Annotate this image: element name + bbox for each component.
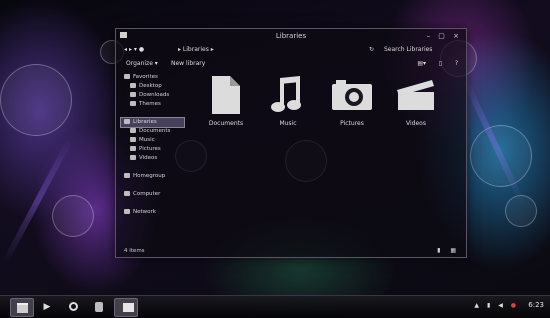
folder-icon: [130, 101, 136, 106]
desktop-icon: [130, 83, 136, 88]
explorer-taskbar-button[interactable]: [10, 298, 34, 317]
nav-item-pictures[interactable]: Pictures: [130, 145, 161, 154]
up-icon[interactable]: ●: [139, 46, 144, 53]
preview-pane-icon[interactable]: ▯: [439, 57, 442, 71]
nav-label: Libraries: [133, 119, 157, 125]
library-label: Documents: [208, 120, 244, 127]
background-bubble: [505, 195, 537, 227]
library-grid: Documents Music Pictures Videos: [198, 74, 463, 224]
nav-item-homegroup[interactable]: Homegroup: [124, 172, 165, 181]
system-tray: ▲ ▮ ◀ ●: [468, 302, 516, 309]
breadcrumb[interactable]: ▸ Libraries ▸: [178, 43, 214, 57]
media-player-taskbar-button[interactable]: ▶: [36, 298, 58, 315]
computer-icon: [124, 191, 130, 196]
play-icon: ▶: [43, 301, 51, 312]
nav-item-favorites[interactable]: Favorites: [124, 73, 158, 82]
nav-item-downloads[interactable]: Downloads: [130, 91, 169, 100]
help-icon[interactable]: ?: [455, 57, 458, 71]
dropdown-icon[interactable]: ▾: [134, 46, 137, 53]
background-streak: [460, 75, 526, 205]
star-icon: [124, 74, 130, 79]
library-label: Videos: [406, 120, 426, 127]
forward-icon[interactable]: ▸: [129, 46, 132, 53]
library-music[interactable]: Music: [260, 74, 316, 127]
view-toggle-icons[interactable]: ▮ ▦: [437, 247, 460, 254]
clock[interactable]: 6:23: [528, 301, 544, 309]
library-label: Pictures: [340, 120, 364, 127]
nav-item-themes[interactable]: Themes: [130, 100, 161, 109]
music-icon: [130, 137, 136, 142]
background-streak: [2, 136, 74, 264]
music-icon: [270, 74, 306, 116]
app-taskbar-button[interactable]: [88, 298, 110, 315]
view-options-icon[interactable]: ▤▾: [417, 57, 426, 71]
background-bubble: [52, 195, 94, 237]
network-icon: [124, 209, 130, 214]
nav-label: Themes: [139, 101, 161, 107]
library-documents[interactable]: Documents: [198, 74, 254, 127]
clapper-icon: [397, 74, 434, 116]
folder-icon: [130, 92, 136, 97]
window-taskbar-button[interactable]: [114, 298, 138, 317]
nav-label: Music: [139, 137, 155, 143]
nav-label: Favorites: [133, 74, 158, 80]
flag-icon[interactable]: ▲: [474, 302, 479, 309]
explorer-window[interactable]: Libraries – ▢ × ◂ ▸ ▾ ● ▸ Libraries ▸ ↻ …: [115, 28, 467, 258]
background-bubble: [470, 125, 532, 187]
camera-icon: [332, 74, 372, 116]
nav-label: Homegroup: [133, 173, 166, 179]
status-item-count: 4 items: [124, 248, 145, 254]
nav-item-computer[interactable]: Computer: [124, 190, 160, 199]
chrome-taskbar-button[interactable]: [62, 298, 84, 315]
nav-label: Desktop: [139, 83, 162, 89]
document-icon: [130, 128, 136, 133]
taskbar: ▶ ▲ ▮ ◀ ● 6:23: [0, 295, 550, 318]
address-bar: ◂ ▸ ▾ ● ▸ Libraries ▸ ↻ Search Libraries: [116, 43, 466, 57]
nav-item-desktop[interactable]: Desktop: [130, 82, 162, 91]
nav-arrows[interactable]: ◂ ▸ ▾ ●: [124, 43, 144, 57]
library-label: Music: [279, 120, 297, 127]
power-icon[interactable]: ●: [511, 302, 516, 309]
window-title: Libraries: [275, 32, 307, 40]
refresh-icon[interactable]: ↻: [369, 43, 374, 57]
library-pictures[interactable]: Pictures: [324, 74, 380, 127]
volume-icon[interactable]: ◀: [498, 302, 503, 309]
new-library-button[interactable]: New library: [171, 57, 205, 71]
search-input[interactable]: Search Libraries: [378, 45, 466, 55]
nav-item-network[interactable]: Network: [124, 208, 156, 217]
network-tray-icon[interactable]: ▮: [487, 302, 490, 309]
window-icon: [118, 303, 134, 312]
document-icon: [208, 74, 244, 116]
window-controls[interactable]: – ▢ ×: [427, 32, 462, 40]
nav-label: Videos: [139, 155, 158, 161]
picture-icon: [130, 146, 136, 151]
nav-item-documents[interactable]: Documents: [130, 127, 170, 136]
homegroup-icon: [124, 173, 130, 178]
background-bubble: [0, 64, 72, 136]
nav-label: Documents: [139, 128, 171, 134]
back-icon[interactable]: ◂: [124, 46, 127, 53]
cylinder-icon: [95, 301, 103, 312]
nav-label: Downloads: [139, 92, 170, 98]
video-icon: [130, 155, 136, 160]
library-videos[interactable]: Videos: [388, 74, 444, 127]
libraries-icon: [124, 119, 130, 124]
nav-item-music[interactable]: Music: [130, 136, 155, 145]
command-bar: Organize ▾ New library ▤▾ ▯ ?: [116, 57, 466, 71]
nav-label: Pictures: [139, 146, 161, 152]
organize-button[interactable]: Organize ▾: [126, 57, 158, 71]
nav-label: Network: [133, 209, 156, 215]
nav-item-videos[interactable]: Videos: [130, 154, 157, 163]
chrome-icon: [68, 302, 78, 311]
nav-label: Computer: [133, 191, 161, 197]
folder-icon: [16, 302, 28, 313]
